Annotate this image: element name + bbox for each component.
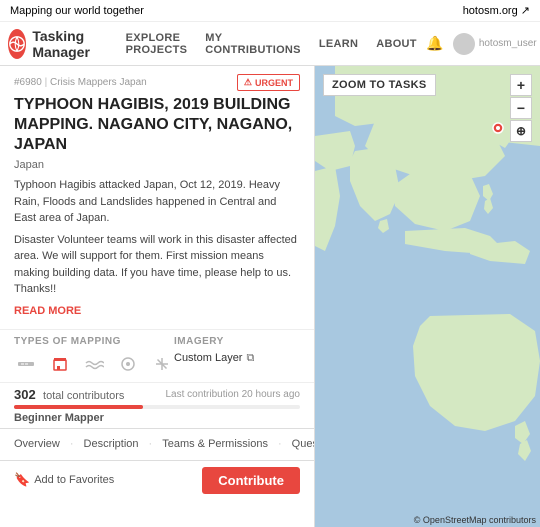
other-icon [150, 352, 174, 376]
project-desc-2: Disaster Volunteer teams will work in th… [14, 232, 300, 298]
imagery-col: IMAGERY Custom Layer ⧉ [174, 336, 300, 376]
project-id-line: #6980 | Crisis Mappers Japan ⚠ URGENT [14, 74, 300, 91]
nav-learn[interactable]: LEARN [311, 34, 366, 54]
tab-description[interactable]: Description [84, 436, 139, 452]
map-panel: ZOOM TO TASKS + − ⊕ © OpenStreetMap cont… [315, 66, 540, 527]
logo-icon [8, 29, 26, 59]
alert-icon: ⚠ [244, 77, 252, 88]
actions-row: 🔖 Add to Favorites Contribute [0, 460, 314, 500]
map-controls: + − ⊕ [510, 74, 532, 142]
map-attribution: © OpenStreetMap contributors [414, 515, 536, 525]
skill-level: Beginner Mapper [14, 412, 300, 424]
banner-left: Mapping our world together [10, 5, 144, 17]
roads-icon [14, 352, 38, 376]
bookmark-icon: 🔖 [14, 472, 30, 488]
tab-questions-comments[interactable]: Questions and comments [292, 436, 315, 452]
project-title: TYPHOON HAGIBIS, 2019 BUILDING MAPPING. … [14, 95, 300, 155]
nav-links: EXPLORE PROJECTS MY CONTRIBUTIONS LEARN … [118, 28, 425, 60]
urgent-badge: ⚠ URGENT [237, 74, 300, 91]
contributors-row: 302 total contributors Last contribution… [14, 387, 300, 402]
map-background [315, 66, 540, 527]
navigation: Tasking Manager EXPLORE PROJECTS MY CONT… [0, 22, 540, 66]
read-more-link[interactable]: READ MORE [14, 305, 81, 317]
buildings-icon [48, 352, 72, 376]
project-country: Japan [14, 159, 300, 171]
nav-my-contributions[interactable]: MY CONTRIBUTIONS [197, 28, 309, 60]
project-desc-1: Typhoon Hagibis attacked Japan, Oct 12, … [14, 177, 300, 227]
tab-overview[interactable]: Overview [14, 436, 60, 452]
nav-right: 🔔 hotosm_user ▾ [425, 33, 540, 55]
project-id: #6980 | Crisis Mappers Japan [14, 77, 147, 88]
mapping-types-label: TYPES OF MAPPING [14, 336, 174, 347]
logo-text: Tasking Manager [32, 28, 101, 60]
add-to-favorites-button[interactable]: 🔖 Add to Favorites [14, 472, 114, 488]
contribute-button[interactable]: Contribute [202, 467, 300, 494]
landuse-icon [116, 352, 140, 376]
project-header: #6980 | Crisis Mappers Japan ⚠ URGENT TY… [0, 66, 314, 329]
contributors-count-label: 302 total contributors [14, 387, 124, 402]
last-contribution: Last contribution 20 hours ago [165, 389, 300, 400]
left-panel: #6980 | Crisis Mappers Japan ⚠ URGENT TY… [0, 66, 315, 527]
copy-icon[interactable]: ⧉ [246, 352, 254, 365]
contributors-section: 302 total contributors Last contribution… [0, 382, 314, 428]
waterways-icon [82, 352, 106, 376]
contributors-label: total contributors [43, 390, 124, 402]
nav-about[interactable]: ABOUT [368, 34, 425, 54]
info-rows: TYPES OF MAPPING [0, 329, 314, 382]
nav-logo[interactable]: Tasking Manager [8, 28, 102, 60]
contributors-count: 302 [14, 387, 36, 402]
progress-fill [14, 405, 143, 409]
user-menu[interactable]: hotosm_user ▾ [453, 33, 540, 55]
mapping-icons [14, 352, 174, 376]
progress-bar [14, 405, 300, 409]
avatar [453, 33, 475, 55]
nav-explore-projects[interactable]: EXPLORE PROJECTS [118, 28, 196, 60]
banner-right[interactable]: hotosm.org ↗ [463, 4, 530, 17]
mapping-types-col: TYPES OF MAPPING [14, 336, 174, 376]
globe-button[interactable]: ⊕ [510, 120, 532, 142]
custom-layer-row: Custom Layer ⧉ [174, 352, 300, 365]
notification-bell-icon[interactable]: 🔔 [425, 34, 445, 54]
zoom-to-tasks-button[interactable]: ZOOM TO TASKS [323, 74, 436, 96]
tabs-section: Overview · Description · Teams & Permiss… [0, 428, 314, 460]
imagery-label: IMAGERY [174, 336, 300, 347]
zoom-out-button[interactable]: − [510, 97, 532, 119]
username: hotosm_user [479, 38, 537, 49]
main-content: #6980 | Crisis Mappers Japan ⚠ URGENT TY… [0, 66, 540, 527]
zoom-in-button[interactable]: + [510, 74, 532, 96]
tab-teams-permissions[interactable]: Teams & Permissions [162, 436, 268, 452]
custom-layer-text: Custom Layer [174, 352, 242, 364]
top-banner: Mapping our world together hotosm.org ↗ [0, 0, 540, 22]
